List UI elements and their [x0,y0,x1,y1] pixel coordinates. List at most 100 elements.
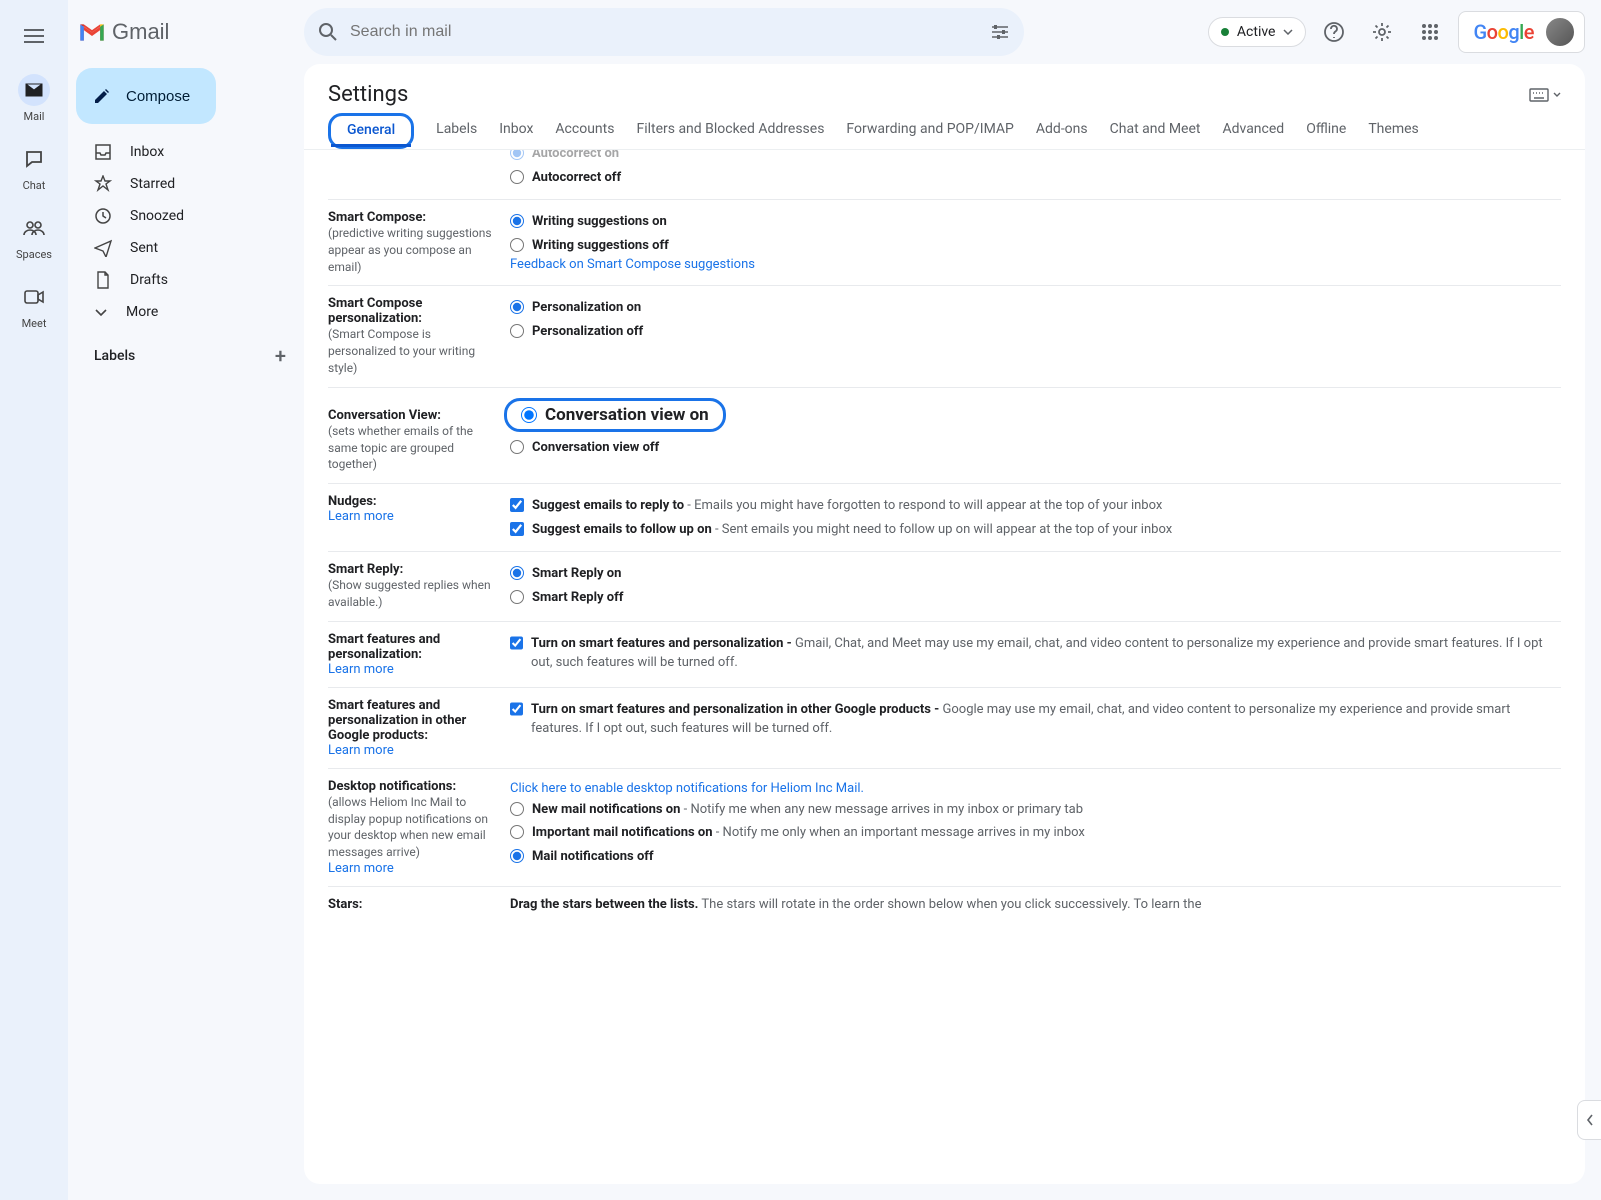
sidebar-item-sent[interactable]: Sent [68,232,304,264]
clock-icon [94,207,112,225]
tab-general[interactable]: General [328,113,414,149]
tab-inbox[interactable]: Inbox [499,121,533,149]
sidebar-item-starred[interactable]: Starred [68,168,304,200]
setting-label: Desktop notifications: [328,779,500,794]
setting-label: Nudges: [328,494,500,509]
spaces-icon [23,220,45,236]
hamburger-icon [24,29,44,43]
tab-themes[interactable]: Themes [1368,121,1418,149]
sidebar-item-more[interactable]: More [68,296,304,328]
enable-desktop-notif-link[interactable]: Click here to enable desktop notificatio… [510,779,1561,798]
chevron-left-icon [1586,1114,1594,1126]
tab-accounts[interactable]: Accounts [555,121,614,149]
gear-icon [1371,21,1393,43]
inbox-icon [94,143,112,161]
smartfeat-other-learn-more-link[interactable]: Learn more [328,743,500,758]
settings-tabs: General Labels Inbox Accounts Filters an… [304,107,1585,150]
google-wordmark: Google [1473,20,1534,44]
search-options-icon[interactable] [990,22,1010,42]
autocorrect-on-radio[interactable] [510,150,524,160]
help-icon [1323,21,1345,43]
rail-item-meet[interactable]: Meet [8,271,60,336]
input-tools-button[interactable] [1529,88,1561,102]
conversation-view-on-option[interactable]: Conversation view on [504,398,726,432]
tab-advanced[interactable]: Advanced [1222,121,1284,149]
nudges-followup-checkbox[interactable] [510,522,524,536]
setting-label: Smart Compose personalization: [328,296,500,326]
google-account-button[interactable]: Google [1458,11,1585,53]
apps-button[interactable] [1410,12,1450,52]
sidebar: Gmail Compose Inbox Starred Snoozed Sent… [68,0,304,1200]
gmail-logo[interactable]: Gmail [68,8,304,56]
side-panel-toggle[interactable] [1577,1100,1601,1140]
nudges-reply-checkbox[interactable] [510,498,524,512]
smartfeat-other-checkbox[interactable] [510,702,523,716]
search-bar[interactable] [304,8,1024,56]
meet-icon [24,290,44,304]
rail-label: Meet [22,317,47,330]
desktop-learn-more-link[interactable]: Learn more [328,861,500,876]
pencil-icon [92,86,112,106]
apps-grid-icon [1421,23,1439,41]
avatar [1544,16,1576,48]
sc-personal-on-radio[interactable] [510,300,524,314]
page-title: Settings [328,82,408,107]
smartfeat-checkbox[interactable] [510,636,523,650]
sidebar-item-inbox[interactable]: Inbox [68,136,304,168]
setting-label: Smart Reply: [328,562,500,577]
tab-filters[interactable]: Filters and Blocked Addresses [636,121,824,149]
setting-label: Smart features and personalization: [328,632,500,662]
header: Active Google [304,0,1601,64]
compose-button[interactable]: Compose [76,68,216,124]
notif-important-radio[interactable] [510,825,524,839]
rail-item-spaces[interactable]: Spaces [8,202,60,267]
chat-icon [24,149,44,169]
mail-icon [24,82,44,98]
tab-addons[interactable]: Add-ons [1036,121,1088,149]
add-label-button[interactable]: + [275,344,286,368]
setting-label: Conversation View: [328,408,500,423]
settings-panel: Settings General Labels Inbox Accounts F… [304,64,1585,1184]
status-dot-icon [1221,28,1229,36]
sidebar-item-drafts[interactable]: Drafts [68,264,304,296]
brand-text: Gmail [112,19,169,45]
sent-icon [94,239,112,257]
smartfeat-learn-more-link[interactable]: Learn more [328,662,500,677]
star-icon [94,175,112,193]
setting-label: Smart features and personalization in ot… [328,698,500,743]
smartcompose-feedback-link[interactable]: Feedback on Smart Compose suggestions [510,257,1561,272]
status-pill[interactable]: Active [1208,17,1307,47]
smartcompose-off-radio[interactable] [510,238,524,252]
tab-chat-meet[interactable]: Chat and Meet [1110,121,1201,149]
smartreply-on-radio[interactable] [510,566,524,580]
rail-item-mail[interactable]: Mail [8,64,60,129]
keyboard-icon [1529,88,1549,102]
caret-down-icon [1553,92,1561,97]
smartcompose-on-radio[interactable] [510,214,524,228]
tab-offline[interactable]: Offline [1306,121,1346,149]
settings-button[interactable] [1362,12,1402,52]
autocorrect-off-radio[interactable] [510,170,524,184]
rail-item-chat[interactable]: Chat [8,133,60,198]
conv-view-off-radio[interactable] [510,440,524,454]
rail-label: Chat [23,179,46,192]
notif-new-radio[interactable] [510,802,524,816]
tab-forwarding[interactable]: Forwarding and POP/IMAP [846,121,1013,149]
support-button[interactable] [1314,12,1354,52]
gmail-logo-icon [78,22,106,43]
smartreply-off-radio[interactable] [510,590,524,604]
nudges-learn-more-link[interactable]: Learn more [328,509,500,524]
chevron-down-icon [94,305,108,319]
rail-label: Mail [24,110,45,123]
labels-header: Labels [94,348,135,364]
drafts-icon [94,271,112,289]
tab-labels[interactable]: Labels [436,121,477,149]
caret-down-icon [1283,29,1293,35]
search-input[interactable] [350,23,978,41]
search-icon [318,22,338,42]
notif-off-radio[interactable] [510,849,524,863]
sidebar-item-snoozed[interactable]: Snoozed [68,200,304,232]
conv-view-on-radio[interactable] [521,407,537,423]
main-menu-button[interactable] [10,12,58,60]
sc-personal-off-radio[interactable] [510,324,524,338]
